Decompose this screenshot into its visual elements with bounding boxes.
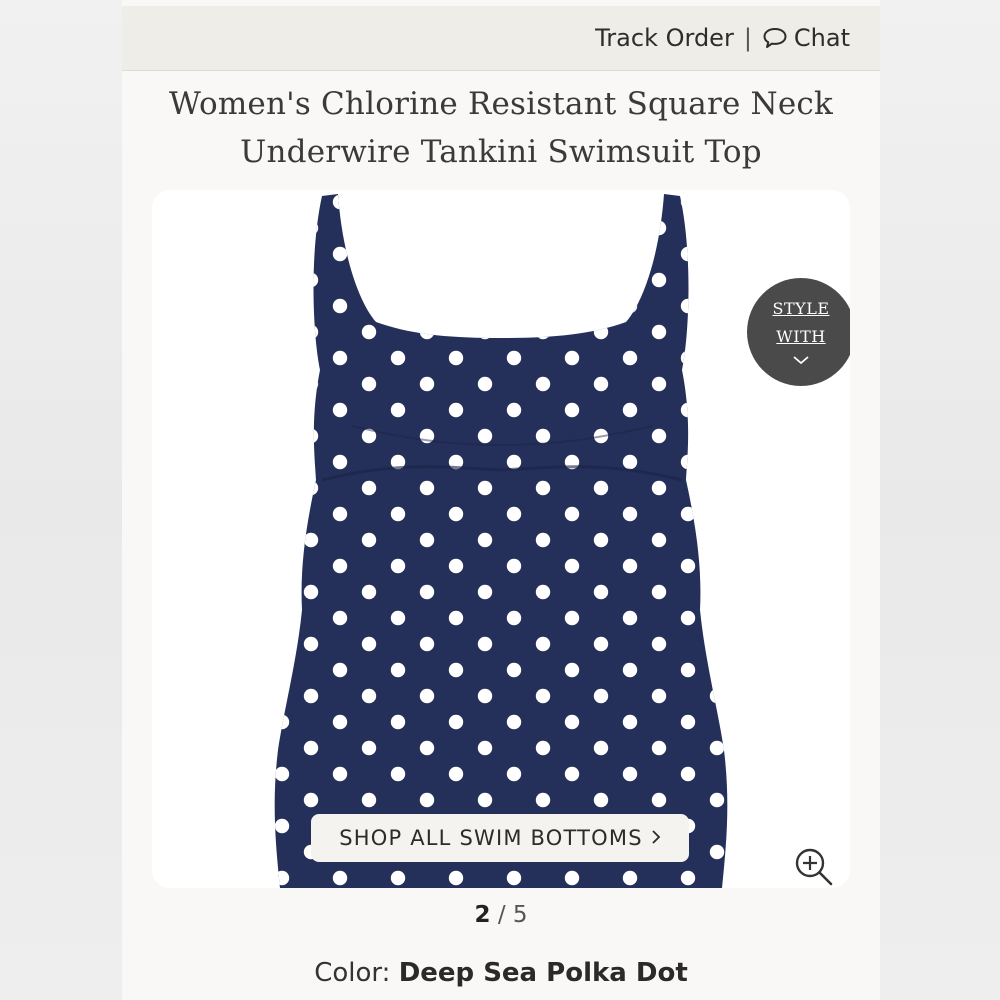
background-right — [880, 0, 1000, 1000]
product-image[interactable] — [152, 190, 850, 888]
pager-current: 2 — [474, 902, 491, 928]
top-bar: Track Order | Chat — [122, 6, 880, 71]
product-title-line-2: Underwire Tankini Swimsuit Top — [240, 134, 762, 170]
top-bar-links: Track Order | Chat — [595, 6, 850, 70]
chat-button[interactable]: Chat — [762, 24, 850, 52]
style-with-label-2: WITH — [776, 326, 826, 346]
color-label: Color: — [314, 958, 391, 988]
chevron-down-icon — [792, 351, 810, 370]
color-selection: Color: Deep Sea Polka Dot — [122, 958, 880, 988]
image-pager: 2 / 5 — [122, 902, 880, 928]
product-image-card[interactable]: STYLE WITH SHOP ALL SWIM BOTTOMS — [152, 190, 850, 888]
background-left — [0, 0, 122, 1000]
shop-all-label: SHOP ALL SWIM BOTTOMS — [339, 826, 643, 850]
chevron-right-icon — [651, 826, 661, 850]
color-value: Deep Sea Polka Dot — [398, 958, 688, 988]
product-page: Track Order | Chat Women's Chlorine Resi… — [122, 0, 880, 1000]
track-order-link[interactable]: Track Order — [595, 24, 734, 52]
chat-label: Chat — [793, 24, 850, 52]
chat-bubble-icon — [762, 26, 788, 50]
style-with-label-1: STYLE — [772, 298, 830, 318]
product-title: Women's Chlorine Resistant Square Neck U… — [122, 80, 880, 176]
pager-total: 5 — [512, 902, 528, 928]
separator: | — [743, 24, 752, 52]
style-with-button[interactable]: STYLE WITH — [747, 278, 850, 386]
pager-separator: / — [497, 902, 506, 928]
product-title-line-1: Women's Chlorine Resistant Square Neck — [169, 86, 833, 122]
zoom-in-icon[interactable] — [792, 845, 836, 888]
shop-all-swim-bottoms-button[interactable]: SHOP ALL SWIM BOTTOMS — [311, 814, 689, 862]
